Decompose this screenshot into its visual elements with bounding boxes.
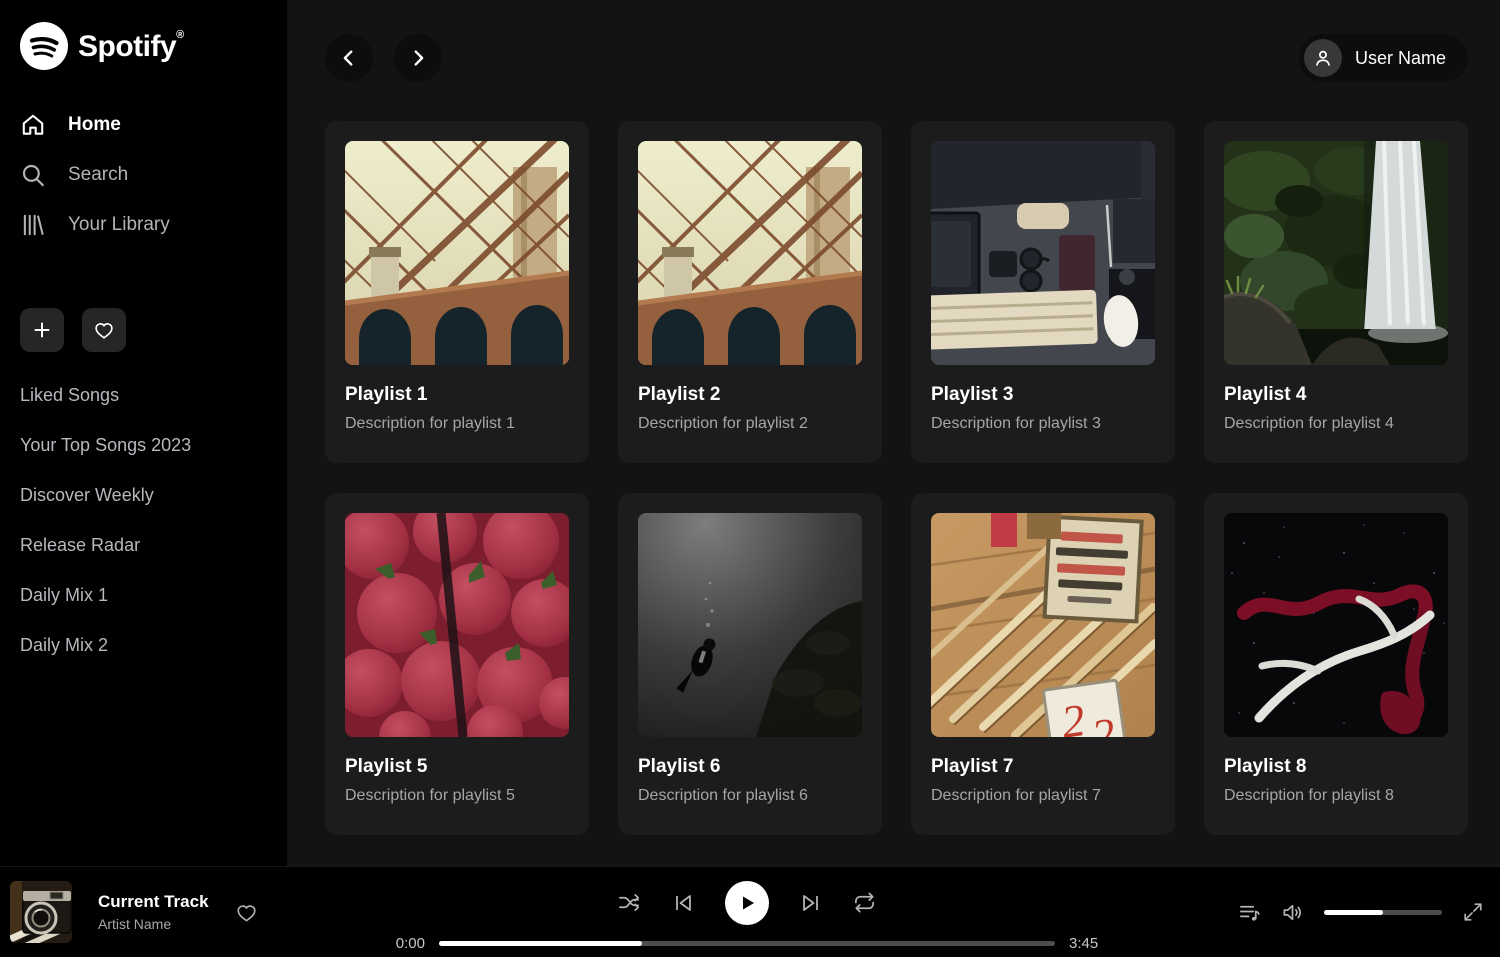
user-menu-button[interactable]: User Name — [1299, 34, 1468, 82]
playlist-card-3[interactable]: Playlist 3 Description for playlist 3 — [911, 121, 1175, 463]
sidebar-item-search[interactable]: Search — [20, 150, 269, 200]
liked-songs-button[interactable] — [82, 308, 126, 352]
album-art — [10, 881, 72, 943]
playlist-card-5[interactable]: Playlist 5 Description for playlist 5 — [325, 493, 589, 835]
sidebar-item-your-library[interactable]: Your Library — [20, 200, 269, 250]
playlist-card-description: Description for playlist 7 — [931, 787, 1155, 805]
library-icon — [20, 212, 46, 238]
next-button[interactable] — [799, 891, 823, 915]
play-button[interactable] — [725, 881, 769, 925]
playlist-card-description: Description for playlist 1 — [345, 415, 569, 433]
playlist-card-4[interactable]: Playlist 4 Description for playlist 4 — [1204, 121, 1468, 463]
playlist-card-title: Playlist 7 — [931, 756, 1155, 778]
volume-slider[interactable] — [1324, 910, 1442, 915]
playlist-card-description: Description for playlist 3 — [931, 415, 1155, 433]
sidebar-playlist-daily-mix-1[interactable]: Daily Mix 1 — [20, 570, 269, 620]
user-name-label: User Name — [1355, 48, 1446, 69]
playlist-card-7[interactable]: 2 2 Playlist 7 Description for playlist … — [911, 493, 1175, 835]
progress-fill — [439, 941, 642, 946]
spotify-logo-icon — [20, 22, 68, 70]
queue-icon[interactable] — [1238, 901, 1261, 924]
progress-bar[interactable] — [439, 941, 1055, 946]
app-window: Spotify® Home Search — [0, 0, 1500, 866]
player-right-controls — [1154, 901, 1484, 924]
sidebar: Spotify® Home Search — [0, 0, 287, 866]
track-artist: Artist Name — [98, 916, 209, 932]
sidebar-item-label: Search — [68, 164, 128, 186]
player-center: 0:00 3:45 — [340, 873, 1154, 952]
playlist-cover-steel-truss — [638, 141, 862, 365]
playlist-grid: Playlist 1 Description for playlist 1 — [325, 121, 1468, 835]
sidebar-nav: Home Search Your Library — [20, 100, 269, 250]
sidebar-playlist-top-songs[interactable]: Your Top Songs 2023 — [20, 420, 269, 470]
playlist-card-description: Description for playlist 5 — [345, 787, 569, 805]
playlist-cover-diver — [638, 513, 862, 737]
playlist-card-title: Playlist 4 — [1224, 384, 1448, 406]
previous-button[interactable] — [671, 891, 695, 915]
playlist-cover-antler — [1224, 513, 1448, 737]
playlist-card-description: Description for playlist 8 — [1224, 787, 1448, 805]
playlist-cover-steel-truss — [345, 141, 569, 365]
playlist-card-title: Playlist 1 — [345, 384, 569, 406]
plus-icon — [32, 320, 52, 340]
forward-button[interactable] — [394, 34, 442, 82]
playlist-cover-strawberries — [345, 513, 569, 737]
playlist-card-title: Playlist 6 — [638, 756, 862, 778]
sidebar-item-label: Home — [68, 114, 121, 136]
chevron-right-icon — [407, 47, 429, 69]
playlist-card-description: Description for playlist 6 — [638, 787, 862, 805]
sidebar-playlist-daily-mix-2[interactable]: Daily Mix 2 — [20, 620, 269, 670]
playlist-card-2[interactable]: Playlist 2 Description for playlist 2 — [618, 121, 882, 463]
spotify-logo: Spotify® — [20, 22, 269, 70]
back-button[interactable] — [325, 34, 373, 82]
playlist-card-6[interactable]: Playlist 6 Description for playlist 6 — [618, 493, 882, 835]
current-time-label: 0:00 — [389, 935, 425, 952]
sidebar-playlist-release-radar[interactable]: Release Radar — [20, 520, 269, 570]
now-playing-section: Current Track Artist Name — [10, 881, 340, 943]
avatar — [1304, 39, 1342, 77]
create-playlist-button[interactable] — [20, 308, 64, 352]
total-time-label: 3:45 — [1069, 935, 1105, 952]
home-icon — [20, 112, 46, 138]
sidebar-playlists: Liked Songs Your Top Songs 2023 Discover… — [20, 370, 269, 670]
spotify-wordmark: Spotify® — [78, 29, 184, 64]
repeat-button[interactable] — [853, 891, 876, 914]
playlist-cover-rulers: 2 2 — [931, 513, 1155, 737]
playlist-card-title: Playlist 3 — [931, 384, 1155, 406]
playlist-card-title: Playlist 2 — [638, 384, 862, 406]
shuffle-button[interactable] — [618, 891, 641, 914]
sidebar-item-label: Your Library — [68, 214, 170, 236]
playlist-card-8[interactable]: Playlist 8 Description for playlist 8 — [1204, 493, 1468, 835]
playlist-card-title: Playlist 8 — [1224, 756, 1448, 778]
sidebar-item-home[interactable]: Home — [20, 100, 269, 150]
chevron-left-icon — [338, 47, 360, 69]
player-bar: Current Track Artist Name — [0, 866, 1500, 957]
fullscreen-icon[interactable] — [1462, 901, 1484, 923]
volume-fill — [1324, 910, 1383, 915]
like-track-button[interactable] — [235, 901, 258, 924]
playlist-card-1[interactable]: Playlist 1 Description for playlist 1 — [325, 121, 589, 463]
sidebar-playlist-discover-weekly[interactable]: Discover Weekly — [20, 470, 269, 520]
search-icon — [20, 162, 46, 188]
playlist-card-description: Description for playlist 2 — [638, 415, 862, 433]
sidebar-playlist-liked-songs[interactable]: Liked Songs — [20, 370, 269, 420]
heart-icon — [93, 319, 115, 341]
playlist-cover-desk — [931, 141, 1155, 365]
player-controls — [618, 881, 876, 925]
playlist-card-title: Playlist 5 — [345, 756, 569, 778]
track-info: Current Track Artist Name — [98, 892, 209, 932]
playlist-card-description: Description for playlist 4 — [1224, 415, 1448, 433]
topbar: User Name — [325, 0, 1468, 82]
progress-section: 0:00 3:45 — [389, 935, 1105, 952]
volume-icon[interactable] — [1281, 901, 1304, 924]
sidebar-actions — [20, 308, 269, 352]
track-title: Current Track — [98, 892, 209, 912]
playlist-cover-waterfall — [1224, 141, 1448, 365]
main-content: User Name — [287, 0, 1500, 866]
